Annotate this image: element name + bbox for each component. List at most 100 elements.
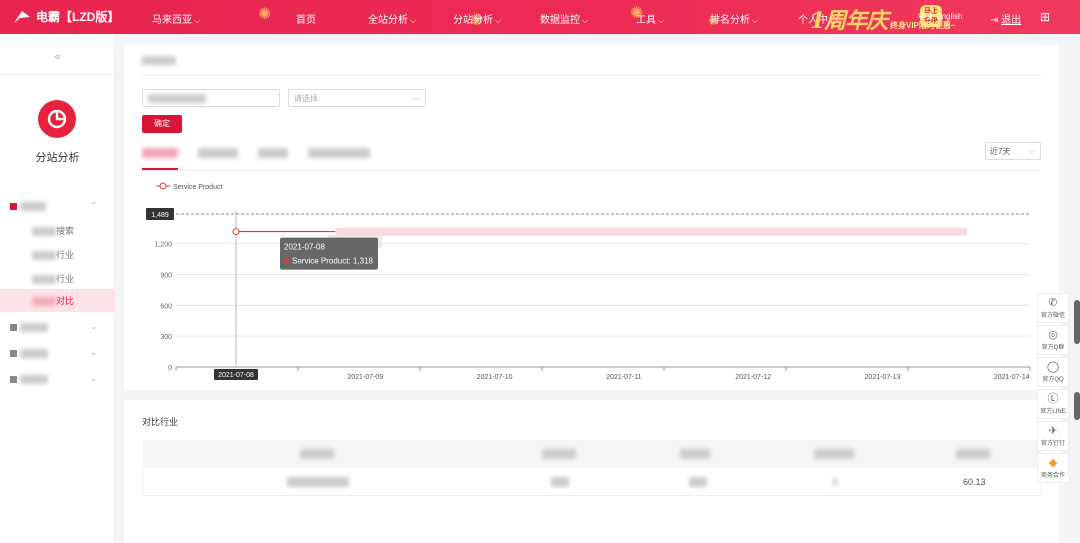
chevron-down-icon: ⌵ — [582, 16, 589, 25]
pie-chart-icon — [38, 100, 76, 138]
nav-substation-analysis[interactable]: 分站分析 ⌵ — [453, 11, 501, 26]
sidebar-subitem[interactable]: 行业 — [32, 272, 102, 285]
section-title: 对比行业 — [142, 417, 179, 427]
logo-text: 电霸【LZD版】 — [36, 10, 120, 24]
logout-icon: ⇥ — [990, 15, 999, 26]
language-switch[interactable]: 中文 English — [918, 11, 962, 22]
menu-icon — [10, 376, 17, 384]
qq-group-icon: ◎ — [1048, 329, 1058, 341]
chevron-down-icon: ⌵ — [410, 16, 417, 25]
menu-icon — [10, 324, 17, 332]
x-tick-label: 2021-07-09 — [347, 374, 383, 381]
chevron-down-icon: ⌄ — [90, 348, 97, 357]
sidebar-subitem-compare[interactable]: 对比 — [32, 294, 102, 307]
table-cell — [287, 477, 349, 487]
y-tick-label: 900 — [160, 273, 172, 280]
collapse-sidebar-icon[interactable]: « — [0, 51, 115, 63]
y-tick-label: 600 — [160, 303, 172, 310]
contact-label: 官方钉钉 — [1040, 441, 1065, 447]
x-tick-label: 2021-07-13 — [865, 374, 901, 381]
y-tick-label: 0 — [168, 365, 172, 372]
diamond-contact-button[interactable]: ◆ 商务合作 — [1037, 453, 1069, 483]
sidebar-item-industry[interactable]: ⌃ — [10, 199, 105, 213]
table-header — [142, 440, 1042, 468]
tooltip-date: 2021-07-08 — [284, 243, 325, 252]
series-line-obscured — [335, 227, 968, 236]
nav-country[interactable]: 马来西亚 ⌵ — [152, 11, 200, 26]
line-icon: Ⓛ — [1047, 393, 1059, 405]
scrollbar[interactable] — [1074, 300, 1080, 344]
dingtalk-contact-button[interactable]: ✈ 官方钉钉 — [1037, 421, 1069, 451]
qq-icon: ◯ — [1046, 361, 1060, 373]
sidebar-item-product[interactable]: ⌄ — [10, 320, 105, 334]
logout-button[interactable]: ⇥ 退出 — [990, 11, 1021, 26]
column-header — [542, 449, 576, 459]
contact-label: 商务合作 — [1040, 473, 1065, 479]
chevron-down-icon: ⌵ — [752, 16, 759, 25]
sidebar-item-shop[interactable]: ⌄ — [10, 346, 105, 360]
contact-label: 官方微信 — [1040, 313, 1065, 319]
sidebar: « 分站分析 ⌃ 搜索 行业 行业 对比 ⌄ ⌄ ⌄ — [0, 34, 115, 543]
wechat-icon: ✆ — [1048, 297, 1058, 309]
x-tick-label: 2021-07-11 — [606, 374, 641, 381]
chevron-down-icon: ⌄ — [90, 322, 97, 331]
y-tick-label: 300 — [160, 334, 172, 341]
sidebar-subitem[interactable]: 搜索 — [32, 224, 102, 237]
nav-site-analysis[interactable]: 全站分析 ⌵ — [368, 11, 416, 26]
top-navbar: 电霸【LZD版】 ✺ ✺ ✺ ✺ 马来西亚 ⌵ 首页 全站分析 ⌵ 分站分析 ⌵ 数据… — [0, 0, 1080, 34]
chevron-down-icon: ⌵ — [495, 16, 502, 25]
legend-label: Service Product — [173, 184, 222, 191]
y-tick-label: 1,200 — [154, 242, 172, 249]
chevron-down-icon: ⌵ — [194, 16, 201, 25]
x-tick-label: 2021-07-12 — [735, 374, 771, 381]
trend-card: 请选择 ⌵ 确定 近7天 ⌵ Service Product 0 300 600 900 1,… — [124, 44, 1059, 390]
chevron-up-icon: ⌃ — [90, 201, 97, 210]
table-cell — [689, 477, 707, 487]
logo-icon — [14, 10, 30, 23]
nav-ranking[interactable]: 排名分析 ⌵ — [710, 11, 758, 26]
x-tick-label: 2021-07-10 — [477, 374, 513, 381]
contact-label: 官方LINE — [1040, 409, 1066, 415]
compare-card: 对比行业 60.13 — [124, 400, 1059, 543]
nav-tools[interactable]: 工具 ⌵ — [636, 11, 664, 26]
line-contact-button[interactable]: Ⓛ 官方LINE — [1037, 389, 1069, 419]
lang-zh[interactable]: 中文 — [918, 12, 934, 21]
legend-marker — [159, 182, 167, 190]
scrollbar[interactable] — [1074, 392, 1080, 420]
sidebar-item-trend[interactable]: ⌄ — [10, 372, 105, 386]
column-header — [956, 449, 990, 459]
table-cell — [551, 477, 569, 487]
wechat-contact-button[interactable]: ✆ 官方微信 — [1037, 293, 1069, 323]
column-header — [814, 449, 854, 459]
qq-contact-button[interactable]: ◯ 官方QQ — [1037, 357, 1069, 387]
qrcode-icon[interactable]: ⊞ — [1040, 10, 1050, 24]
table-cell-value: 60.13 — [963, 477, 986, 487]
qq-group-contact-button[interactable]: ◎ 官方Q群 — [1037, 325, 1069, 355]
column-header — [300, 449, 334, 459]
data-point — [232, 228, 240, 236]
max-label: 1,489 — [151, 212, 169, 219]
chevron-down-icon: ⌄ — [90, 374, 97, 383]
logo[interactable]: 电霸【LZD版】 — [12, 8, 119, 25]
module-title: 分站分析 — [35, 152, 80, 164]
firework-decoration: ✺ — [258, 6, 272, 23]
diamond-icon: ◆ — [1048, 457, 1058, 469]
menu-icon — [10, 350, 17, 358]
sidebar-item-label — [20, 202, 46, 212]
nav-home[interactable]: 首页 — [296, 11, 316, 26]
table-cell — [833, 478, 837, 486]
line-chart: Service Product 0 300 600 900 1,200 1,489 2021-… — [146, 182, 1031, 381]
floating-contact-bar: ✆ 官方微信 ◎ 官方Q群 ◯ 官方QQ Ⓛ 官方LINE ✈ 官方钉钉 ◆ 商务合作 — [1037, 293, 1071, 485]
hover-x-label: 2021-07-08 — [218, 372, 254, 379]
sidebar-subitem[interactable]: 行业 — [32, 248, 102, 261]
column-header — [680, 449, 710, 459]
tooltip-series-dot — [284, 258, 290, 264]
divider — [0, 74, 115, 75]
chevron-down-icon: ⌵ — [658, 16, 665, 25]
nav-data-monitor[interactable]: 数据监控 ⌵ — [540, 11, 588, 26]
dingtalk-icon: ✈ — [1048, 425, 1058, 437]
promo-title: 1周年庆 — [810, 8, 888, 34]
x-tick-label: 2021-07-14 — [994, 374, 1030, 381]
lang-en[interactable]: English — [936, 12, 962, 21]
table-row: 60.13 — [142, 468, 1042, 496]
